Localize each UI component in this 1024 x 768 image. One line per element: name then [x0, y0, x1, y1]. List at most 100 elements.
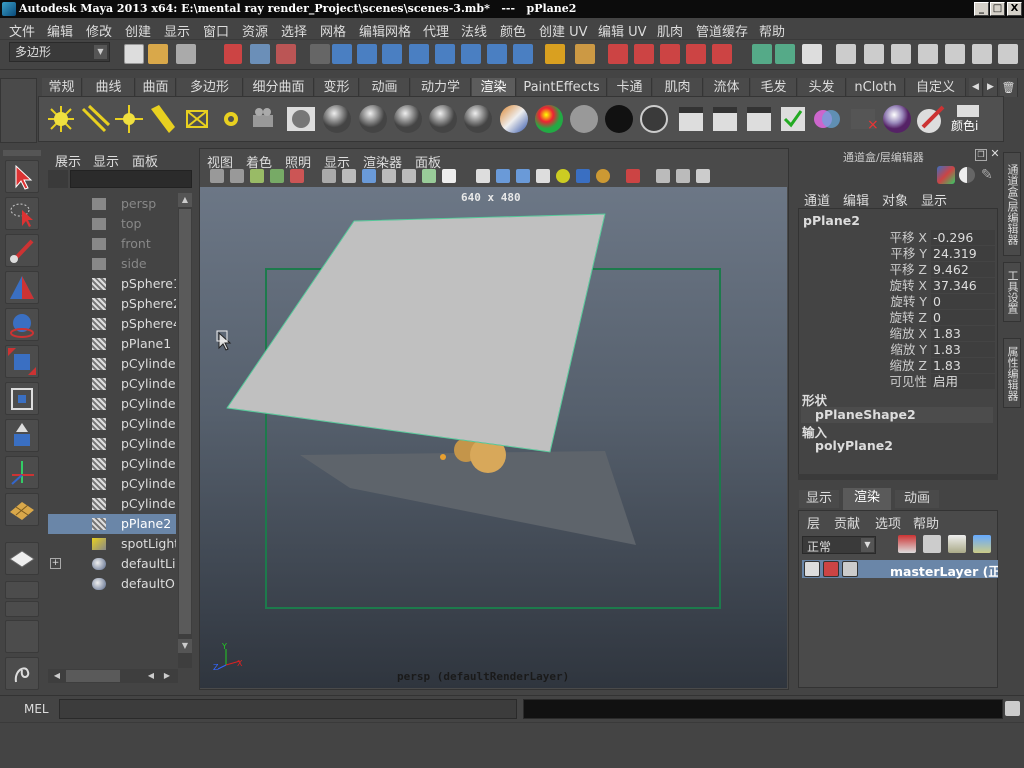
outliner-menu-panels[interactable]: 面板	[132, 151, 158, 170]
snap-view-plane-icon[interactable]	[409, 44, 429, 64]
channel-color-icon[interactable]	[937, 166, 955, 184]
outliner-hscroll-thumb[interactable]	[66, 670, 120, 682]
attribute-value[interactable]: 启用	[931, 374, 995, 389]
attribute-value[interactable]: -0.296	[931, 230, 995, 245]
render-clapper-icon[interactable]	[675, 103, 707, 135]
ramp-sphere-icon[interactable]	[498, 103, 530, 135]
tab-animation[interactable]: 动画	[360, 78, 410, 97]
wireframe-icon[interactable]	[476, 169, 490, 183]
ipr-render-icon[interactable]	[634, 44, 654, 64]
black-disc-icon[interactable]	[603, 103, 635, 135]
tab-subdiv[interactable]: 细分曲面	[244, 78, 314, 97]
safe-title-icon[interactable]	[442, 169, 456, 183]
texture-palette-icon[interactable]	[811, 103, 843, 135]
channel-toggle-icon[interactable]	[959, 167, 975, 183]
snap-point-icon[interactable]	[382, 44, 402, 64]
directional-light-icon[interactable]	[79, 103, 111, 135]
gate-mask-icon[interactable]	[382, 169, 396, 183]
attribute-value[interactable]: 1.83	[931, 342, 995, 357]
tab-fur[interactable]: 毛发	[751, 78, 797, 97]
close-panel-icon[interactable]: ✕	[989, 148, 1001, 160]
paint-brush-icon[interactable]	[915, 103, 947, 135]
menu-create-uv[interactable]: 创建 UV	[539, 21, 588, 40]
master-layer-row[interactable]: masterLayer (正常	[802, 560, 998, 579]
select-component-icon[interactable]	[276, 44, 296, 64]
outliner-filter-input[interactable]	[70, 170, 192, 188]
select-camera-icon[interactable]	[210, 169, 224, 183]
menu-file[interactable]: 文件	[9, 21, 35, 40]
render-settings-icon[interactable]	[660, 44, 680, 64]
minimize-button[interactable]: _	[974, 2, 989, 16]
cb-menu-object[interactable]: 对象	[882, 190, 908, 209]
lock-icon[interactable]	[545, 44, 565, 64]
image-plane-icon[interactable]	[270, 169, 284, 183]
hypershade-icon[interactable]	[686, 44, 706, 64]
xray-joints-icon[interactable]	[676, 169, 690, 183]
wireframe-on-shaded-icon[interactable]	[516, 169, 530, 183]
menu-color[interactable]: 颜色	[500, 21, 526, 40]
outliner-item[interactable]: pSphere4	[48, 314, 176, 334]
menu-help[interactable]: 帮助	[759, 21, 785, 40]
layer-tab-display[interactable]: 显示	[799, 490, 839, 508]
area-light-icon[interactable]	[181, 103, 213, 135]
menu-set-dropdown[interactable]: 多边形 ▼	[9, 42, 110, 62]
layer-editor-icon[interactable]	[972, 44, 992, 64]
tab-rendering[interactable]: 渲染	[472, 78, 516, 97]
universal-tool-icon[interactable]	[5, 456, 39, 489]
grid-icon[interactable]	[322, 169, 336, 183]
layer-tab-render[interactable]: 渲染	[843, 488, 891, 510]
attribute-value[interactable]: 9.462	[931, 262, 995, 277]
scroll-down-icon[interactable]: ▼	[178, 639, 192, 653]
tab-muscle[interactable]: 肌肉	[653, 78, 703, 97]
shelf-trash-icon[interactable]: 🗑	[1000, 78, 1018, 97]
menu-normals[interactable]: 法线	[461, 21, 487, 40]
outliner-hscrollbar[interactable]: ◀ ◀ ▶	[48, 669, 178, 683]
shader-sphere-4-icon[interactable]	[427, 103, 459, 135]
ambient-light-icon[interactable]	[45, 103, 77, 135]
attribute-row[interactable]: 旋转 X 37.346	[805, 278, 995, 294]
tab-custom[interactable]: 自定义	[906, 78, 966, 97]
tab-ncloth[interactable]: nCloth	[847, 78, 905, 97]
attribute-value[interactable]: 37.346	[931, 278, 995, 293]
tab-attribute-editor[interactable]: 属性编辑器	[1003, 338, 1021, 408]
make-live-icon[interactable]	[435, 44, 455, 64]
isolate-select-icon[interactable]	[626, 169, 640, 183]
point-light-icon[interactable]	[113, 103, 145, 135]
tab-hair[interactable]: 头发	[798, 78, 846, 97]
outliner-item[interactable]: pCylinder3	[48, 374, 176, 394]
tab-toon[interactable]: 卡通	[608, 78, 652, 97]
tab-polygons[interactable]: 多边形	[177, 78, 243, 97]
cb-menu-show[interactable]: 显示	[921, 190, 947, 209]
scroll-left-icon[interactable]: ◀	[144, 669, 158, 683]
scale-tool-icon[interactable]	[5, 382, 39, 415]
show-modeling-toolkit-icon[interactable]	[918, 44, 938, 64]
menu-display[interactable]: 显示	[164, 21, 190, 40]
cb-hscrollbar[interactable]	[798, 474, 998, 480]
scroll-left-icon[interactable]: ◀	[50, 669, 64, 683]
outliner-menu-show[interactable]: 展示	[55, 151, 81, 170]
float-panel-icon[interactable]: ❐	[975, 149, 987, 161]
attribute-value[interactable]: 24.319	[931, 246, 995, 261]
layer-clapper-icon[interactable]	[842, 561, 858, 577]
shader-sphere-3-icon[interactable]	[392, 103, 424, 135]
outliner-item[interactable]: pPlane1	[48, 334, 176, 354]
field-chart-icon[interactable]	[402, 169, 416, 183]
shader-sphere-5-icon[interactable]	[462, 103, 494, 135]
single-pane-layout-icon[interactable]	[5, 542, 39, 575]
render-clapper-2-icon[interactable]	[709, 103, 741, 135]
color-label[interactable]: 颜色i	[951, 103, 991, 135]
menu-proxy[interactable]: 代理	[423, 21, 449, 40]
use-all-lights-icon[interactable]	[556, 169, 570, 183]
outliner-item[interactable]: pCylinder2	[48, 354, 176, 374]
construction-icon[interactable]	[487, 44, 507, 64]
manipulator-tool-icon[interactable]	[5, 419, 39, 452]
attribute-row[interactable]: 可见性 启用	[805, 374, 995, 390]
xray-icon[interactable]	[656, 169, 670, 183]
question-icon[interactable]	[513, 44, 533, 64]
show-channel-box-icon[interactable]	[891, 44, 911, 64]
outliner-item[interactable]: pPlane2	[48, 514, 176, 534]
attribute-value[interactable]: 0	[931, 310, 995, 325]
menu-pipeline-cache[interactable]: 管道缓存	[696, 21, 748, 40]
shader-sphere-2-icon[interactable]	[357, 103, 389, 135]
select-object-icon[interactable]	[250, 44, 270, 64]
